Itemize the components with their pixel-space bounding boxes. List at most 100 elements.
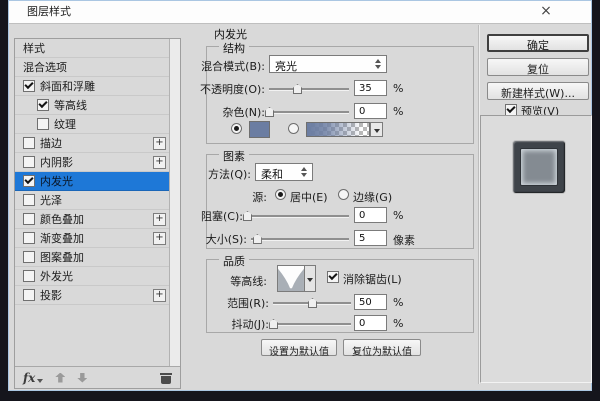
choke-unit: % [393,209,404,222]
source-center-radio[interactable] [275,189,286,200]
sidebar-item-label: 光泽 [40,194,62,207]
sidebar-item-bevel-emboss[interactable]: 斜面和浮雕 [15,77,169,96]
size-input[interactable]: 5 [354,230,387,246]
sidebar-item-gradient-overlay[interactable]: 渐变叠加 + [15,229,169,248]
antialias-checkbox[interactable] [327,271,339,283]
contour-thumbnail[interactable] [277,265,305,292]
chevron-updown-icon [375,59,382,69]
size-slider[interactable] [251,234,349,244]
noise-input[interactable]: 0 [354,103,387,119]
choke-label: 阻塞(C): [201,210,243,223]
range-unit: % [393,296,404,309]
close-icon[interactable]: × [531,1,561,23]
trash-can [161,375,171,384]
move-up-icon[interactable] [55,372,66,383]
effect-checkbox[interactable] [23,194,35,206]
style-preview-inner [521,149,557,185]
panel-divider [478,25,479,384]
gradient-preview[interactable] [306,122,370,137]
add-effect-button[interactable]: + [153,288,166,302]
fx-icon[interactable]: fx [23,371,35,385]
sidebar-item-label: 颜色叠加 [40,213,84,226]
jitter-unit: % [393,317,404,330]
range-slider[interactable] [273,298,351,308]
layer-style-dialog: 图层样式 × 样式 混合选项 斜面和浮雕 等高线 纹理 描边 + 内阴影 + 内发光 光泽 颜色叠加 +… [8,0,592,391]
sidebar-item-stroke[interactable]: 描边 + [15,134,169,153]
sidebar-item-color-overlay[interactable]: 颜色叠加 + [15,210,169,229]
chevron-updown-icon [301,167,308,177]
ok-button[interactable]: 确定 [487,34,589,52]
effect-checkbox[interactable] [37,99,49,111]
color-radio[interactable] [231,123,242,134]
effect-checkbox[interactable] [37,118,49,130]
effect-checkbox[interactable] [23,251,35,263]
technique-value: 柔和 [261,168,283,181]
add-effect-button[interactable]: + [153,136,166,150]
new-style-button[interactable]: 新建样式(W)... [487,82,589,100]
size-unit: 像素 [393,234,415,247]
style-preview-thumbnail [513,141,565,193]
make-default-button[interactable]: 设置为默认值 [261,339,337,358]
range-label: 范围(R): [227,297,269,310]
effect-checkbox[interactable] [23,232,35,244]
sidebar-item-inner-glow[interactable]: 内发光 [15,172,169,191]
sidebar-item-styles[interactable]: 样式 [15,39,169,58]
technique-label: 方法(Q): [208,168,251,181]
sidebar-item-outer-glow[interactable]: 外发光 [15,267,169,286]
reset-default-button[interactable]: 复位为默认值 [343,339,421,358]
opacity-slider[interactable] [269,84,349,94]
noise-slider[interactable] [265,107,349,117]
sidebar-item-label: 斜面和浮雕 [40,80,95,93]
effect-checkbox[interactable] [23,80,35,92]
contour-label: 等高线: [230,275,267,288]
effect-checkbox[interactable] [23,270,35,282]
sidebar-item-inner-shadow[interactable]: 内阴影 + [15,153,169,172]
blend-mode-select[interactable]: 亮光 [269,55,387,73]
fx-caret-icon [37,378,44,383]
opacity-unit: % [393,82,404,95]
sidebar-item-texture[interactable]: 纹理 [15,115,169,134]
sidebar-item-drop-shadow[interactable]: 投影 + [15,286,169,305]
choke-slider[interactable] [243,211,349,221]
effect-checkbox[interactable] [23,213,35,225]
jitter-slider[interactable] [269,319,351,329]
gradient-picker-arrow-icon[interactable] [370,122,383,137]
antialias-label: 消除锯齿(L) [343,273,402,286]
gradient-radio[interactable] [288,123,299,134]
sidebar-item-label: 渐变叠加 [40,232,84,245]
choke-input[interactable]: 0 [354,207,387,223]
sidebar-item-pattern-overlay[interactable]: 图案叠加 [15,248,169,267]
sidebar-item-blending-options[interactable]: 混合选项 [15,58,169,77]
contour-shape-icon [278,268,304,291]
effect-checkbox[interactable] [23,156,35,168]
contour-picker-arrow-icon[interactable] [304,265,316,292]
effect-checkbox[interactable] [23,137,35,149]
sidebar-item-label: 内发光 [40,175,73,188]
title-bar: 图层样式 × [9,1,591,24]
delete-effect-icon[interactable] [160,372,172,384]
quality-group-label: 品质 [219,253,249,269]
technique-select[interactable]: 柔和 [255,163,313,181]
jitter-label: 抖动(J): [231,318,269,331]
noise-label: 杂色(N): [222,106,265,119]
dialog-title: 图层样式 [27,5,71,18]
source-center-label: 居中(E) [290,191,328,204]
sidebar-item-satin[interactable]: 光泽 [15,191,169,210]
opacity-label: 不透明度(O): [200,83,265,96]
styles-sidebar: 样式 混合选项 斜面和浮雕 等高线 纹理 描边 + 内阴影 + 内发光 光泽 颜色叠加 + 渐变叠加 + 图案… [14,38,181,389]
sidebar-item-contour[interactable]: 等高线 [15,96,169,115]
jitter-input[interactable]: 0 [354,315,387,331]
move-down-icon[interactable] [77,372,88,383]
reset-button[interactable]: 复位 [487,58,589,76]
opacity-input[interactable]: 35 [354,80,387,96]
elements-group-label: 图素 [219,148,249,164]
glow-color-swatch[interactable] [249,121,270,138]
trash-lid [160,372,172,375]
range-input[interactable]: 50 [354,294,387,310]
sidebar-item-label: 外发光 [40,270,73,283]
effect-checkbox[interactable] [23,175,35,187]
preview-panel [480,115,592,383]
effect-checkbox[interactable] [23,289,35,301]
source-edge-radio[interactable] [338,189,349,200]
sidebar-item-label: 混合选项 [23,61,67,74]
